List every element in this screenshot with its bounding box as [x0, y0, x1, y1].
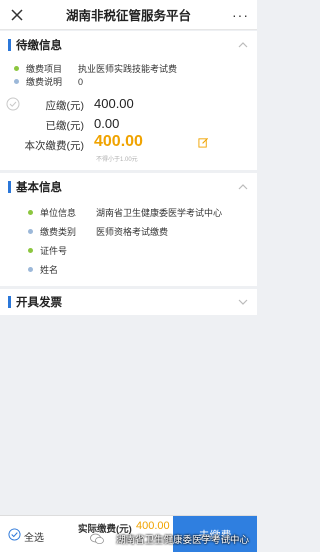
name-label: 姓名 — [40, 265, 59, 275]
chevron-up-icon[interactable] — [237, 39, 249, 51]
fee-item-label: 缴费项目 — [26, 64, 63, 74]
fee-item-value: 执业医师实践技能考试费 — [78, 64, 178, 74]
select-all-label[interactable]: 全选 — [24, 529, 44, 544]
green-dot-icon — [14, 66, 19, 71]
pending-header[interactable]: 待缴信息 — [0, 31, 257, 59]
green-dot-icon — [28, 210, 33, 215]
type-row: 缴费类别 医师资格考试缴费 — [28, 225, 168, 238]
pending-section: 待缴信息 缴费项目 执业医师实践技能考试费 缴费说明 0 应缴(元) 400.0… — [0, 31, 257, 170]
name-row: 姓名 — [28, 263, 96, 276]
type-value: 医师资格考试缴费 — [96, 227, 169, 237]
fee-note-value: 0 — [78, 76, 84, 87]
unit-label: 单位信息 — [40, 208, 77, 218]
paid-value: 0.00 — [94, 116, 120, 131]
section-accent-bar — [8, 296, 11, 308]
page-title: 湖南非税征管服务平台 — [65, 9, 191, 23]
this-payment-hint: 不得小于1.00元 — [96, 157, 138, 163]
this-payment-label: 本次缴费(元) — [24, 140, 85, 152]
top-bar: 湖南非税征管服务平台 ··· — [0, 0, 257, 30]
blue-dot-icon — [28, 267, 33, 272]
fee-item-row: 缴费项目 执业医师实践技能考试费 — [14, 62, 177, 75]
type-label: 缴费类别 — [40, 227, 77, 237]
fee-note-label: 缴费说明 — [26, 77, 63, 87]
section-title: 开具发票 — [16, 297, 62, 309]
more-menu-icon[interactable]: ··· — [232, 8, 249, 22]
actual-payment-value: 400.00 — [136, 520, 170, 532]
basic-section: 基本信息 单位信息 湖南省卫生健康委医学考试中心 缴费类别 医师资格考试缴费 证… — [0, 173, 257, 286]
select-all-checkbox-icon[interactable] — [8, 528, 21, 541]
due-label: 应缴(元) — [45, 100, 85, 112]
blue-dot-icon — [14, 79, 19, 84]
invoice-header[interactable]: 开具发票 — [0, 289, 257, 315]
chevron-down-icon[interactable] — [237, 296, 249, 308]
fee-note-row: 缴费说明 0 — [14, 75, 83, 88]
section-title: 待缴信息 — [16, 40, 62, 52]
section-accent-bar — [8, 39, 11, 51]
paid-label: 已缴(元) — [45, 120, 85, 132]
id-label: 证件号 — [40, 246, 68, 256]
check-circle-icon[interactable] — [6, 97, 20, 111]
id-row: 证件号 — [28, 244, 96, 257]
section-accent-bar — [8, 181, 11, 193]
edit-icon[interactable] — [198, 137, 209, 148]
wechat-logo-icon — [90, 533, 104, 545]
unit-row: 单位信息 湖南省卫生健康委医学考试中心 — [28, 206, 222, 219]
bottom-bar: 全选 实际缴费(元) 400.00 去缴费 湖南省卫生健康委医学考试中心 — [0, 515, 257, 552]
this-payment-value[interactable]: 400.00 — [94, 133, 143, 151]
due-value: 400.00 — [94, 96, 134, 111]
basic-header[interactable]: 基本信息 — [0, 173, 257, 201]
watermark-text: 湖南省卫生健康委医学考试中心 — [115, 535, 249, 546]
unit-value: 湖南省卫生健康委医学考试中心 — [96, 208, 223, 218]
chevron-up-icon[interactable] — [237, 181, 249, 193]
close-icon[interactable] — [6, 4, 28, 26]
blue-dot-icon — [28, 229, 33, 234]
section-title: 基本信息 — [16, 182, 62, 194]
green-dot-icon — [28, 248, 33, 253]
invoice-section: 开具发票 — [0, 289, 257, 315]
